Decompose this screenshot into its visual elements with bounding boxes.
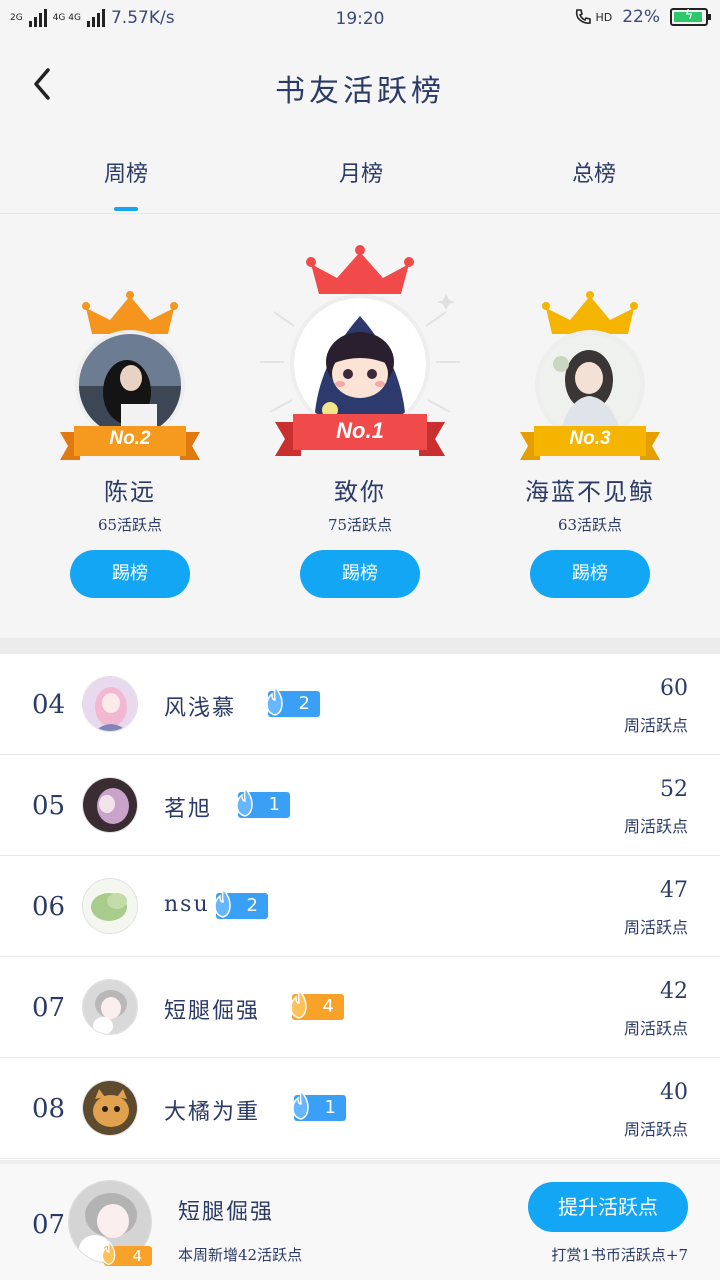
battery-percent: 22% bbox=[622, 7, 660, 27]
rank-number: 04 bbox=[32, 690, 66, 720]
header: 书友活跃榜 bbox=[0, 38, 720, 130]
user-name: 大橘为重 bbox=[164, 1100, 261, 1125]
rank-number: 05 bbox=[32, 791, 66, 821]
podium: No.2 陈远 65活跃点 踢榜 No.1 致你 75活跃点 踢榜 No.3 海… bbox=[0, 214, 720, 638]
level-badge: 2 bbox=[214, 887, 268, 919]
list-item[interactable]: 07 短腿倔强 4 42 周活跃点 bbox=[0, 957, 720, 1058]
rank-number: 08 bbox=[32, 1094, 66, 1124]
rank-label-third: No.3 bbox=[569, 428, 611, 449]
tab-bar: 周榜 月榜 总榜 bbox=[0, 130, 720, 214]
level-badge: 2 bbox=[266, 685, 320, 717]
score: 60 bbox=[660, 676, 688, 701]
status-bar: 2G 4G 4G 7.57K/s 19:20 HD 22% ϟ bbox=[0, 0, 720, 38]
level-number: 4 bbox=[322, 996, 334, 1017]
name-first: 致你 bbox=[334, 478, 386, 506]
flame-icon bbox=[290, 988, 307, 1019]
crown-icon bbox=[306, 245, 414, 294]
tab-monthly[interactable]: 月榜 bbox=[301, 156, 421, 188]
page-title: 书友活跃榜 bbox=[275, 74, 445, 109]
points-third: 63活跃点 bbox=[557, 516, 623, 534]
user-name: 茗旭 bbox=[164, 797, 213, 822]
my-level-badge: 4 bbox=[101, 1240, 152, 1266]
score: 42 bbox=[660, 979, 688, 1004]
rank-label-first: No.1 bbox=[336, 418, 384, 443]
avatar[interactable] bbox=[82, 1080, 138, 1136]
level-badge: 4 bbox=[290, 988, 344, 1020]
status-right: HD 22% ϟ bbox=[573, 7, 711, 27]
flame-icon bbox=[266, 685, 283, 716]
flame-icon bbox=[292, 1089, 309, 1120]
flame-icon bbox=[236, 786, 253, 817]
user-name: 短腿倔强 bbox=[164, 999, 261, 1024]
list-item[interactable]: 05 茗旭 1 52 周活跃点 bbox=[0, 755, 720, 856]
reward-hint: 打赏1书币活跃点+7 bbox=[551, 1246, 688, 1264]
level-badge: 1 bbox=[236, 786, 290, 818]
list-item[interactable]: 04 风浅慕 2 60 周活跃点 bbox=[0, 654, 720, 755]
battery-icon: ϟ bbox=[670, 8, 711, 26]
score: 40 bbox=[660, 1080, 688, 1105]
rank-label-second: No.2 bbox=[109, 428, 151, 449]
my-name: 短腿倔强 bbox=[178, 1200, 275, 1225]
section-divider bbox=[0, 638, 720, 654]
user-name: 风浅慕 bbox=[164, 696, 237, 721]
level-number: 2 bbox=[298, 693, 310, 714]
level-number: 1 bbox=[268, 794, 280, 815]
boost-activity-button[interactable]: 提升活跃点 bbox=[528, 1182, 688, 1232]
tab-indicator bbox=[114, 207, 138, 211]
rank-number: 07 bbox=[32, 993, 66, 1023]
ranking-list: 04 风浅慕 2 60 周活跃点 05 茗旭 1 52 周活跃点 06 nsu bbox=[0, 654, 720, 1159]
tab-total[interactable]: 总榜 bbox=[534, 156, 654, 188]
name-third: 海蓝不见鲸 bbox=[525, 478, 655, 506]
rank-number: 06 bbox=[32, 892, 66, 922]
level-number: 1 bbox=[324, 1097, 336, 1118]
score-label: 周活跃点 bbox=[623, 918, 688, 937]
score-label: 周活跃点 bbox=[623, 817, 688, 836]
hd-call-icon: HD bbox=[573, 7, 612, 27]
flame-icon bbox=[101, 1240, 116, 1266]
hd-label: HD bbox=[595, 10, 613, 24]
list-item[interactable]: 08 大橘为重 1 40 周活跃点 bbox=[0, 1058, 720, 1159]
score-label: 周活跃点 bbox=[623, 1019, 688, 1038]
user-name: nsu bbox=[164, 892, 210, 917]
level-badge: 1 bbox=[292, 1089, 346, 1121]
my-rank-number: 07 bbox=[32, 1210, 66, 1240]
points-second: 65活跃点 bbox=[97, 516, 163, 534]
kick-button-first[interactable]: 踢榜 bbox=[300, 550, 420, 598]
score: 52 bbox=[660, 777, 688, 802]
avatar[interactable] bbox=[82, 979, 138, 1035]
kick-button-second[interactable]: 踢榜 bbox=[70, 550, 190, 598]
podium-third: No.3 海蓝不见鲸 63活跃点 踢榜 bbox=[480, 214, 700, 638]
avatar[interactable] bbox=[82, 777, 138, 833]
score: 47 bbox=[660, 878, 688, 903]
level-number: 2 bbox=[246, 895, 258, 916]
my-level-number: 4 bbox=[132, 1247, 142, 1265]
my-rank-bar: 07 4 短腿倔强 本周新增42活跃点 提升活跃点 打赏1书币活跃点+7 bbox=[0, 1160, 720, 1280]
tab-weekly[interactable]: 周榜 bbox=[66, 156, 186, 188]
my-weekly-gain: 本周新增42活跃点 bbox=[178, 1246, 303, 1264]
podium-first: No.1 致你 75活跃点 踢榜 bbox=[250, 214, 470, 638]
score-label: 周活跃点 bbox=[623, 716, 688, 735]
avatar[interactable] bbox=[82, 878, 138, 934]
list-item[interactable]: 06 nsu 2 47 周活跃点 bbox=[0, 856, 720, 957]
points-first: 75活跃点 bbox=[327, 516, 393, 534]
podium-second: No.2 陈远 65活跃点 踢榜 bbox=[20, 214, 240, 638]
name-second: 陈远 bbox=[104, 478, 156, 506]
avatar[interactable] bbox=[82, 676, 138, 732]
kick-button-third[interactable]: 踢榜 bbox=[530, 550, 650, 598]
score-label: 周活跃点 bbox=[623, 1120, 688, 1139]
flame-icon bbox=[214, 887, 231, 918]
